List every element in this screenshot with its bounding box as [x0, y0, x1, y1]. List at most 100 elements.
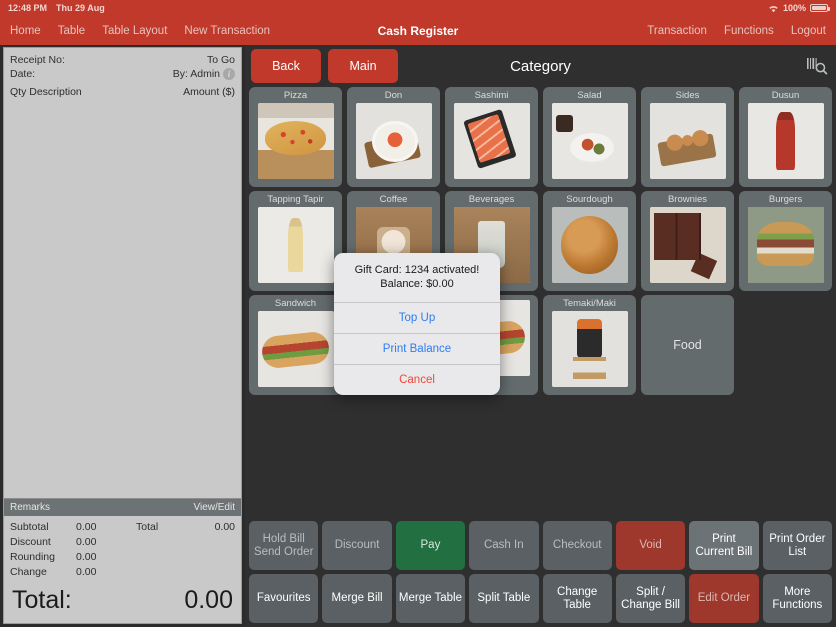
category-tile[interactable]: Burgers	[739, 191, 832, 291]
receipt-header: Receipt No: To Go Date: By: Admin i	[4, 48, 241, 84]
category-tile-label: Salad	[577, 90, 602, 101]
category-tile-label: Pizza	[283, 90, 308, 101]
category-tile[interactable]: Tapping Tapir	[249, 191, 342, 291]
totals-row-rounding: Rounding 0.00	[10, 550, 235, 565]
category-tile-image	[551, 207, 628, 283]
status-right-cluster: 100%	[768, 3, 830, 13]
split-table-button[interactable]: Split Table	[469, 574, 539, 623]
receipt-no-row: Receipt No: To Go	[10, 53, 235, 67]
receipt-date-row: Date: By: Admin i	[10, 67, 235, 81]
action-buttons: Hold Bill Send Order Discount Pay Cash In Che…	[245, 518, 836, 627]
rounding-label: Rounding	[10, 551, 55, 563]
rounding-value: 0.00	[76, 551, 97, 563]
receipt-line-items[interactable]	[4, 101, 241, 498]
checkout-button[interactable]: Checkout	[542, 521, 612, 570]
nav-logout[interactable]: Logout	[791, 25, 826, 37]
category-tile[interactable]: Sashimi	[445, 87, 538, 187]
category-tile-image	[649, 207, 726, 283]
nav-table[interactable]: Table	[58, 25, 86, 37]
void-button[interactable]: Void	[615, 521, 686, 570]
nav-left-group: Home Table Table Layout New Transaction	[10, 25, 270, 37]
battery-percent: 100%	[782, 3, 806, 13]
receipt-user-text: By: Admin	[172, 68, 220, 80]
status-time: 12:48 PM	[8, 3, 48, 13]
main-button[interactable]: Main	[328, 49, 398, 83]
category-tile[interactable]: Sides	[641, 87, 734, 187]
category-tile[interactable]: Temaki/Maki	[543, 295, 636, 395]
category-tile-label: Coffee	[379, 194, 408, 205]
category-tile-label: Temaki/Maki	[563, 298, 616, 309]
edit-order-button[interactable]: Edit Order	[689, 574, 759, 623]
nav-new-transaction[interactable]: New Transaction	[184, 25, 270, 37]
subtotal-value: 0.00	[76, 521, 97, 533]
category-tile-label: Food	[673, 338, 702, 352]
action-row-primary: Hold Bill Send Order Discount Pay Cash In Che…	[249, 521, 832, 570]
category-tile[interactable]: Brownies	[641, 191, 734, 291]
back-button[interactable]: Back	[251, 49, 321, 83]
category-tile[interactable]: Dusun	[739, 87, 832, 187]
split-change-bill-button[interactable]: Split / Change Bill	[615, 574, 686, 623]
more-functions-button[interactable]: More Functions	[762, 574, 832, 623]
favourites-button[interactable]: Favourites	[249, 574, 319, 623]
modal-top-up-button[interactable]: Top Up	[334, 302, 500, 333]
change-table-button[interactable]: Change Table	[542, 574, 612, 623]
category-tile-label: Tapping Tapir	[267, 194, 324, 205]
category-tile-image	[257, 103, 334, 179]
receipt-user-value: By: Admin i	[173, 67, 235, 81]
info-icon[interactable]: i	[223, 68, 235, 80]
merge-table-button[interactable]: Merge Table	[395, 574, 466, 623]
category-tile-image	[747, 207, 824, 283]
nav-home[interactable]: Home	[10, 25, 41, 37]
hold-bill-send-order-button[interactable]: Hold Bill Send Order	[249, 521, 319, 570]
category-tile-label: Beverages	[468, 194, 515, 205]
totals-row-discount: Discount 0.00	[10, 535, 235, 550]
receipt-no-value: To Go	[206, 54, 235, 66]
category-tile-label: Brownies	[667, 194, 708, 205]
category-tile[interactable]: Salad	[543, 87, 636, 187]
total-side-label: Total	[136, 521, 159, 533]
pos-app: 12:48 PM Thu 29 Aug 100% Home Table Tabl…	[0, 0, 836, 627]
nav-transaction[interactable]: Transaction	[647, 25, 707, 37]
nav-bar: Home Table Table Layout New Transaction …	[0, 16, 836, 45]
barcode-search-icon[interactable]	[806, 56, 828, 76]
category-tile-label: Sandwich	[274, 298, 317, 309]
status-bar: 12:48 PM Thu 29 Aug 100%	[0, 0, 836, 16]
action-row-secondary: Favourites Merge Bill Merge Table Split Tab…	[249, 574, 832, 623]
category-tile-label: Don	[384, 90, 403, 101]
print-order-list-button[interactable]: Print Order List	[762, 521, 832, 570]
category-tile-image	[551, 311, 628, 387]
category-tile-image	[355, 103, 432, 179]
discount-label: Discount	[10, 536, 51, 548]
modal-print-balance-button[interactable]: Print Balance	[334, 333, 500, 364]
category-tile-label: Sourdough	[566, 194, 613, 205]
category-tile[interactable]: Don	[347, 87, 440, 187]
change-label: Change	[10, 566, 47, 578]
pay-button[interactable]: Pay	[395, 521, 466, 570]
receipt-column-headers: Qty Description Amount ($)	[4, 84, 241, 101]
cash-in-button[interactable]: Cash In	[469, 521, 539, 570]
wifi-icon	[768, 4, 779, 13]
nav-table-layout[interactable]: Table Layout	[102, 25, 167, 37]
category-header: Back Main Category	[245, 45, 836, 87]
total-side-value: 0.00	[214, 521, 235, 533]
grand-total-label: Total:	[12, 586, 72, 614]
discount-button[interactable]: Discount	[322, 521, 392, 570]
nav-functions[interactable]: Functions	[724, 25, 774, 37]
remarks-bar[interactable]: Remarks View/Edit	[4, 498, 241, 516]
category-tile[interactable]: Sourdough	[543, 191, 636, 291]
category-tile-label: Sides	[675, 90, 700, 101]
print-current-bill-button[interactable]: Print Current Bill	[689, 521, 759, 570]
totals-row-subtotal: Subtotal 0.00 Total 0.00	[10, 520, 235, 535]
totals-row-change: Change 0.00	[10, 565, 235, 580]
category-tile[interactable]: Sandwich	[249, 295, 342, 395]
modal-cancel-button[interactable]: Cancel	[334, 364, 500, 395]
category-tile-label: Burgers	[768, 194, 803, 205]
merge-bill-button[interactable]: Merge Bill	[322, 574, 392, 623]
category-tile-image	[551, 103, 628, 179]
category-tile[interactable]: Food	[641, 295, 734, 395]
category-tile-image	[649, 103, 726, 179]
remarks-view-edit[interactable]: View/Edit	[193, 502, 235, 513]
receipt-col-qty-desc: Qty Description	[10, 86, 82, 98]
category-tile-image	[257, 311, 334, 387]
category-tile[interactable]: Pizza	[249, 87, 342, 187]
